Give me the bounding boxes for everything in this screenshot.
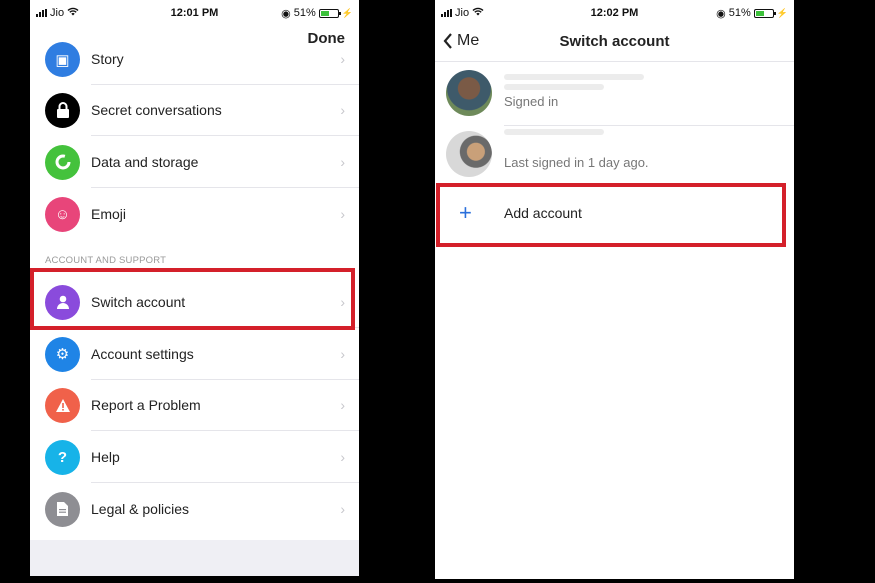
- switch-account-screen: Jio 12:02 PM ◉ 51% ⚡ Me Switch account S…: [435, 0, 794, 579]
- chevron-right-icon: ›: [340, 102, 345, 118]
- settings-item-data-storage[interactable]: Data and storage ›: [30, 136, 359, 188]
- story-icon: ▣: [45, 42, 80, 77]
- lock-icon: [45, 92, 80, 128]
- status-bar: Jio 12:01 PM ◉ 51% ⚡: [30, 0, 359, 26]
- settings-item-label: Report a Problem: [91, 397, 201, 413]
- chevron-right-icon: ›: [340, 346, 345, 362]
- settings-item-account-settings[interactable]: ⚙ Account settings ›: [30, 328, 359, 380]
- chevron-right-icon: ›: [340, 51, 345, 67]
- gear-icon: ⚙: [45, 336, 80, 372]
- account-status: Signed in: [504, 94, 559, 109]
- account-name-redacted: [504, 84, 604, 90]
- account-name-redacted: [504, 74, 644, 80]
- chevron-right-icon: ›: [340, 154, 345, 170]
- section-header: ACCOUNT AND SUPPORT: [45, 255, 167, 266]
- orientation-lock-icon: ◉: [281, 7, 291, 20]
- chevron-right-icon: ›: [340, 449, 345, 465]
- settings-item-label: Account settings: [91, 346, 194, 362]
- battery-icon: [318, 8, 341, 18]
- account-item[interactable]: Last signed in 1 day ago.: [435, 124, 794, 186]
- page-title: Switch account: [559, 33, 670, 50]
- chevron-right-icon: ›: [340, 501, 345, 517]
- settings-item-emoji[interactable]: ☺ Emoji ›: [30, 188, 359, 240]
- orientation-lock-icon: ◉: [716, 7, 726, 20]
- chevron-right-icon: ›: [340, 397, 345, 413]
- charging-icon: ⚡: [341, 7, 353, 18]
- highlight-box-switch-account: [30, 268, 355, 330]
- battery-percent: 51%: [728, 7, 751, 19]
- avatar: [446, 70, 492, 116]
- battery-percent: 51%: [293, 7, 316, 19]
- settings-item-label: Data and storage: [91, 154, 199, 170]
- settings-item-story[interactable]: ▣ Story ›: [30, 33, 359, 85]
- highlight-box-add-account: [436, 183, 786, 247]
- status-bar: Jio 12:02 PM ◉ 51% ⚡: [435, 0, 794, 26]
- navigation-bar: Me Switch account: [435, 26, 794, 62]
- settings-item-label: Secret conversations: [91, 102, 222, 118]
- emoji-icon: ☺: [45, 196, 80, 232]
- account-name-redacted: [504, 129, 604, 135]
- settings-item-help[interactable]: ? Help ›: [30, 431, 359, 483]
- data-storage-icon: [45, 144, 80, 180]
- document-icon: [45, 491, 80, 527]
- list-footer: [30, 540, 359, 576]
- warning-icon: [45, 387, 80, 423]
- settings-item-label: Emoji: [91, 206, 127, 222]
- settings-item-secret-conversations[interactable]: Secret conversations ›: [30, 84, 359, 136]
- chevron-right-icon: ›: [340, 206, 345, 222]
- settings-item-label: Help: [91, 449, 120, 465]
- help-icon: ?: [45, 439, 80, 475]
- account-status: Last signed in 1 day ago.: [504, 155, 649, 170]
- settings-item-legal-policies[interactable]: Legal & policies ›: [30, 483, 359, 535]
- settings-item-label: Legal & policies: [91, 501, 190, 517]
- settings-item-report-problem[interactable]: Report a Problem ›: [30, 379, 359, 431]
- charging-icon: ⚡: [776, 7, 788, 18]
- account-item[interactable]: Signed in: [435, 64, 794, 126]
- avatar: [446, 131, 492, 177]
- battery-icon: [753, 8, 776, 18]
- settings-item-label: Story: [91, 51, 124, 67]
